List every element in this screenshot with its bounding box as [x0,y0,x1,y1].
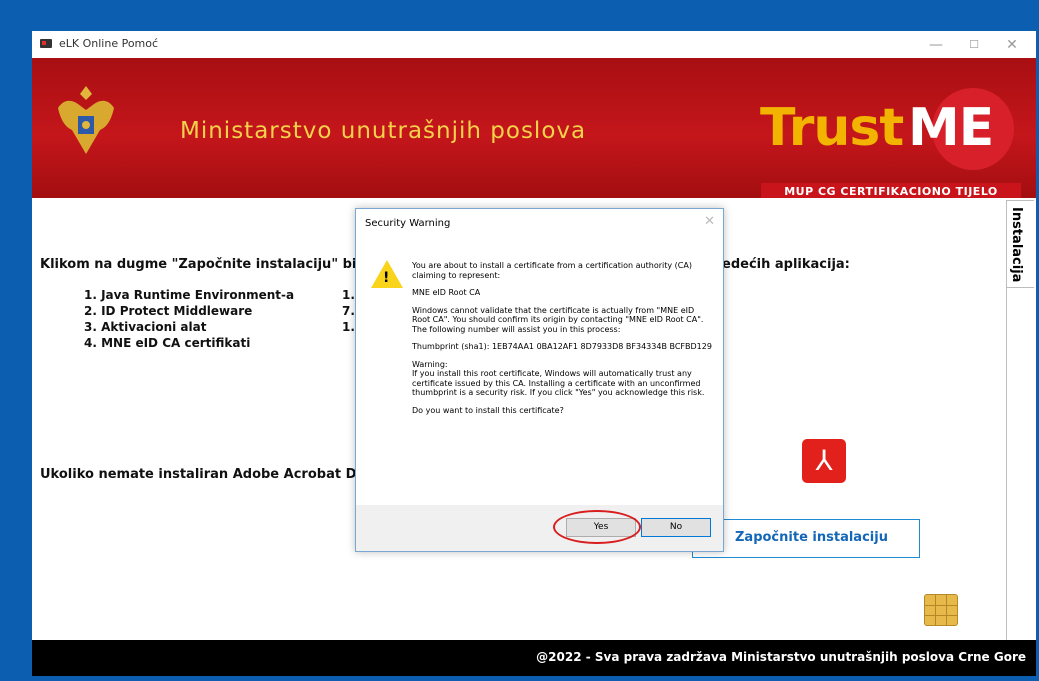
list-item: 1. [342,288,355,302]
install-list: 1. Java Runtime Environment-a 2. ID Prot… [84,287,294,351]
warning-mark: ! [383,270,390,286]
adobe-note: Ukoliko nemate instaliran Adobe Acrobat … [40,467,366,482]
brand-subtitle: MUP CG CERTIFIKACIONO TIJELO [761,183,1021,198]
tab-label: Instalacija [1009,207,1024,283]
list-item: 1. Java Runtime Environment-a [84,288,295,302]
footer: @2022 - Sva prava zadržava Ministarstvo … [32,640,1036,676]
brand-trust: Trust [760,98,904,158]
security-warning-dialog: Security Warning ✕ ! You are about to in… [355,208,724,552]
title-bar: eLK Online Pomoć — ☐ ✕ [32,31,1036,58]
header-banner: Ministarstvo unutrašnjih poslova Trust M… [32,58,1036,198]
adobe-pdf-icon[interactable]: ⅄ [802,439,846,483]
footer-text: @2022 - Sva prava zadržava Ministarstvo … [536,650,1026,664]
tab-instalacija[interactable]: Instalacija [1006,200,1034,288]
close-button[interactable]: ✕ [992,33,1032,57]
intro-text-right: edećih aplikacija: [722,257,850,272]
dialog-paragraph: MNE eID Root CA [412,288,481,297]
dialog-paragraph: Windows cannot validate that the certifi… [412,305,704,334]
window-title: eLK Online Pomoć [59,37,159,50]
intro-text-left: Klikom na dugme "Započnite instalaciju" … [40,257,373,272]
install-list-col2: 1. 7. 1. [342,287,355,335]
ministry-title: Ministarstvo unutrašnjih poslova [180,118,587,144]
list-item: 3. Aktivacioni alat [84,320,207,334]
dialog-title: Security Warning [365,218,451,229]
minimize-button[interactable]: — [916,33,956,57]
dialog-paragraph: Thumbprint (sha1): 1EB74AA1 0BA12AF1 8D7… [412,342,712,351]
start-installation-label: Započnite instalaciju [735,530,888,545]
list-item: 7. [342,304,355,318]
brand-me: ME [908,98,994,158]
dialog-close-icon[interactable]: ✕ [704,214,715,229]
tab-panel-border [1006,286,1007,640]
maximize-button[interactable]: ☐ [954,33,994,57]
list-item: 1. [342,320,355,334]
smartcard-chip-icon [924,594,958,626]
list-item: 2. ID Protect Middleware [84,304,253,318]
app-icon [40,39,52,48]
dialog-button-bar: Yes No [356,505,723,551]
dialog-paragraph: You are about to install a certificate f… [412,261,692,280]
no-button[interactable]: No [641,518,711,537]
coat-of-arms-icon [58,86,114,154]
dialog-paragraph: Warning: If you install this root certif… [412,359,705,398]
dialog-message: You are about to install a certificate f… [412,261,712,423]
dialog-paragraph: Do you want to install this certificate? [412,405,564,415]
highlight-circle [553,510,641,544]
list-item: 4. MNE eID CA certifikati [84,336,251,350]
start-installation-button[interactable]: Započnite instalaciju [692,519,920,558]
